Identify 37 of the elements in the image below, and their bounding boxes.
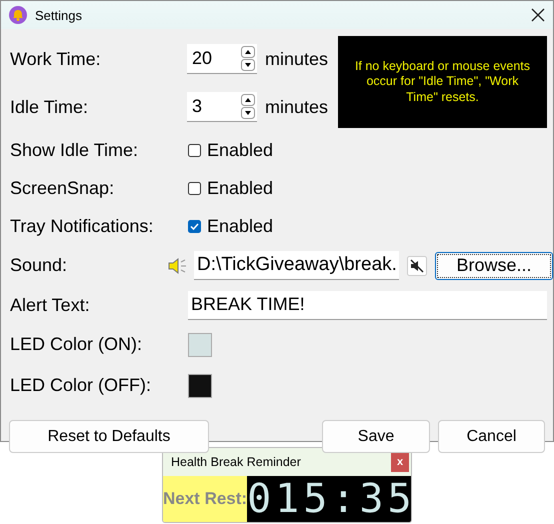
field-label: Show Idle Time: [10, 140, 140, 160]
field-label: Work Time: [10, 48, 102, 70]
bell-icon [9, 6, 27, 24]
mute-speaker-icon[interactable] [407, 256, 427, 276]
widget-title: Health Break Reminder [171, 455, 301, 469]
field-label: Idle Time: [10, 96, 90, 118]
field-label: Sound: [10, 255, 68, 276]
close-icon[interactable] [531, 8, 545, 22]
field-label: ScreenSnap: [10, 178, 116, 198]
field-label: LED Color (OFF): [10, 375, 152, 396]
number-field[interactable]: 20 [187, 44, 257, 74]
field-label: Alert Text: [10, 294, 91, 316]
field-label: Tray Notifications: [10, 216, 154, 236]
speaker-icon[interactable] [167, 256, 187, 276]
alert-text-field[interactable]: BREAK TIME! [188, 290, 547, 320]
unit-label: minutes [265, 48, 328, 70]
window-title: Settings [35, 8, 83, 22]
dialog-button[interactable]: Cancel [438, 420, 545, 453]
close-button[interactable]: x [391, 452, 409, 472]
unit-label: minutes [265, 96, 328, 118]
color-swatch[interactable] [188, 374, 212, 398]
file-path-field[interactable]: D:\TickGiveaway\break. [194, 251, 399, 280]
checkbox[interactable] [188, 220, 201, 232]
checkbox[interactable] [188, 144, 201, 156]
checkbox-label[interactable]: Enabled [207, 178, 274, 198]
checkbox-label[interactable]: Enabled [207, 140, 274, 160]
field-label: LED Color (ON): [10, 334, 144, 355]
info-note: If no keyboard or mouse events occur for "Idle Time", "Work Time" resets. [338, 36, 547, 128]
countdown-display: 015:35 [247, 476, 411, 522]
dialog-button[interactable]: Reset to Defaults [9, 420, 209, 453]
number-field[interactable]: 3 [187, 92, 257, 122]
checkbox[interactable] [188, 182, 201, 194]
next-rest-label: Next Rest: [163, 476, 248, 522]
checkbox-label[interactable]: Enabled [207, 216, 274, 236]
dialog-button[interactable]: Save [322, 420, 430, 453]
browse-button[interactable]: Browse... [435, 252, 553, 280]
color-swatch[interactable] [188, 332, 212, 356]
